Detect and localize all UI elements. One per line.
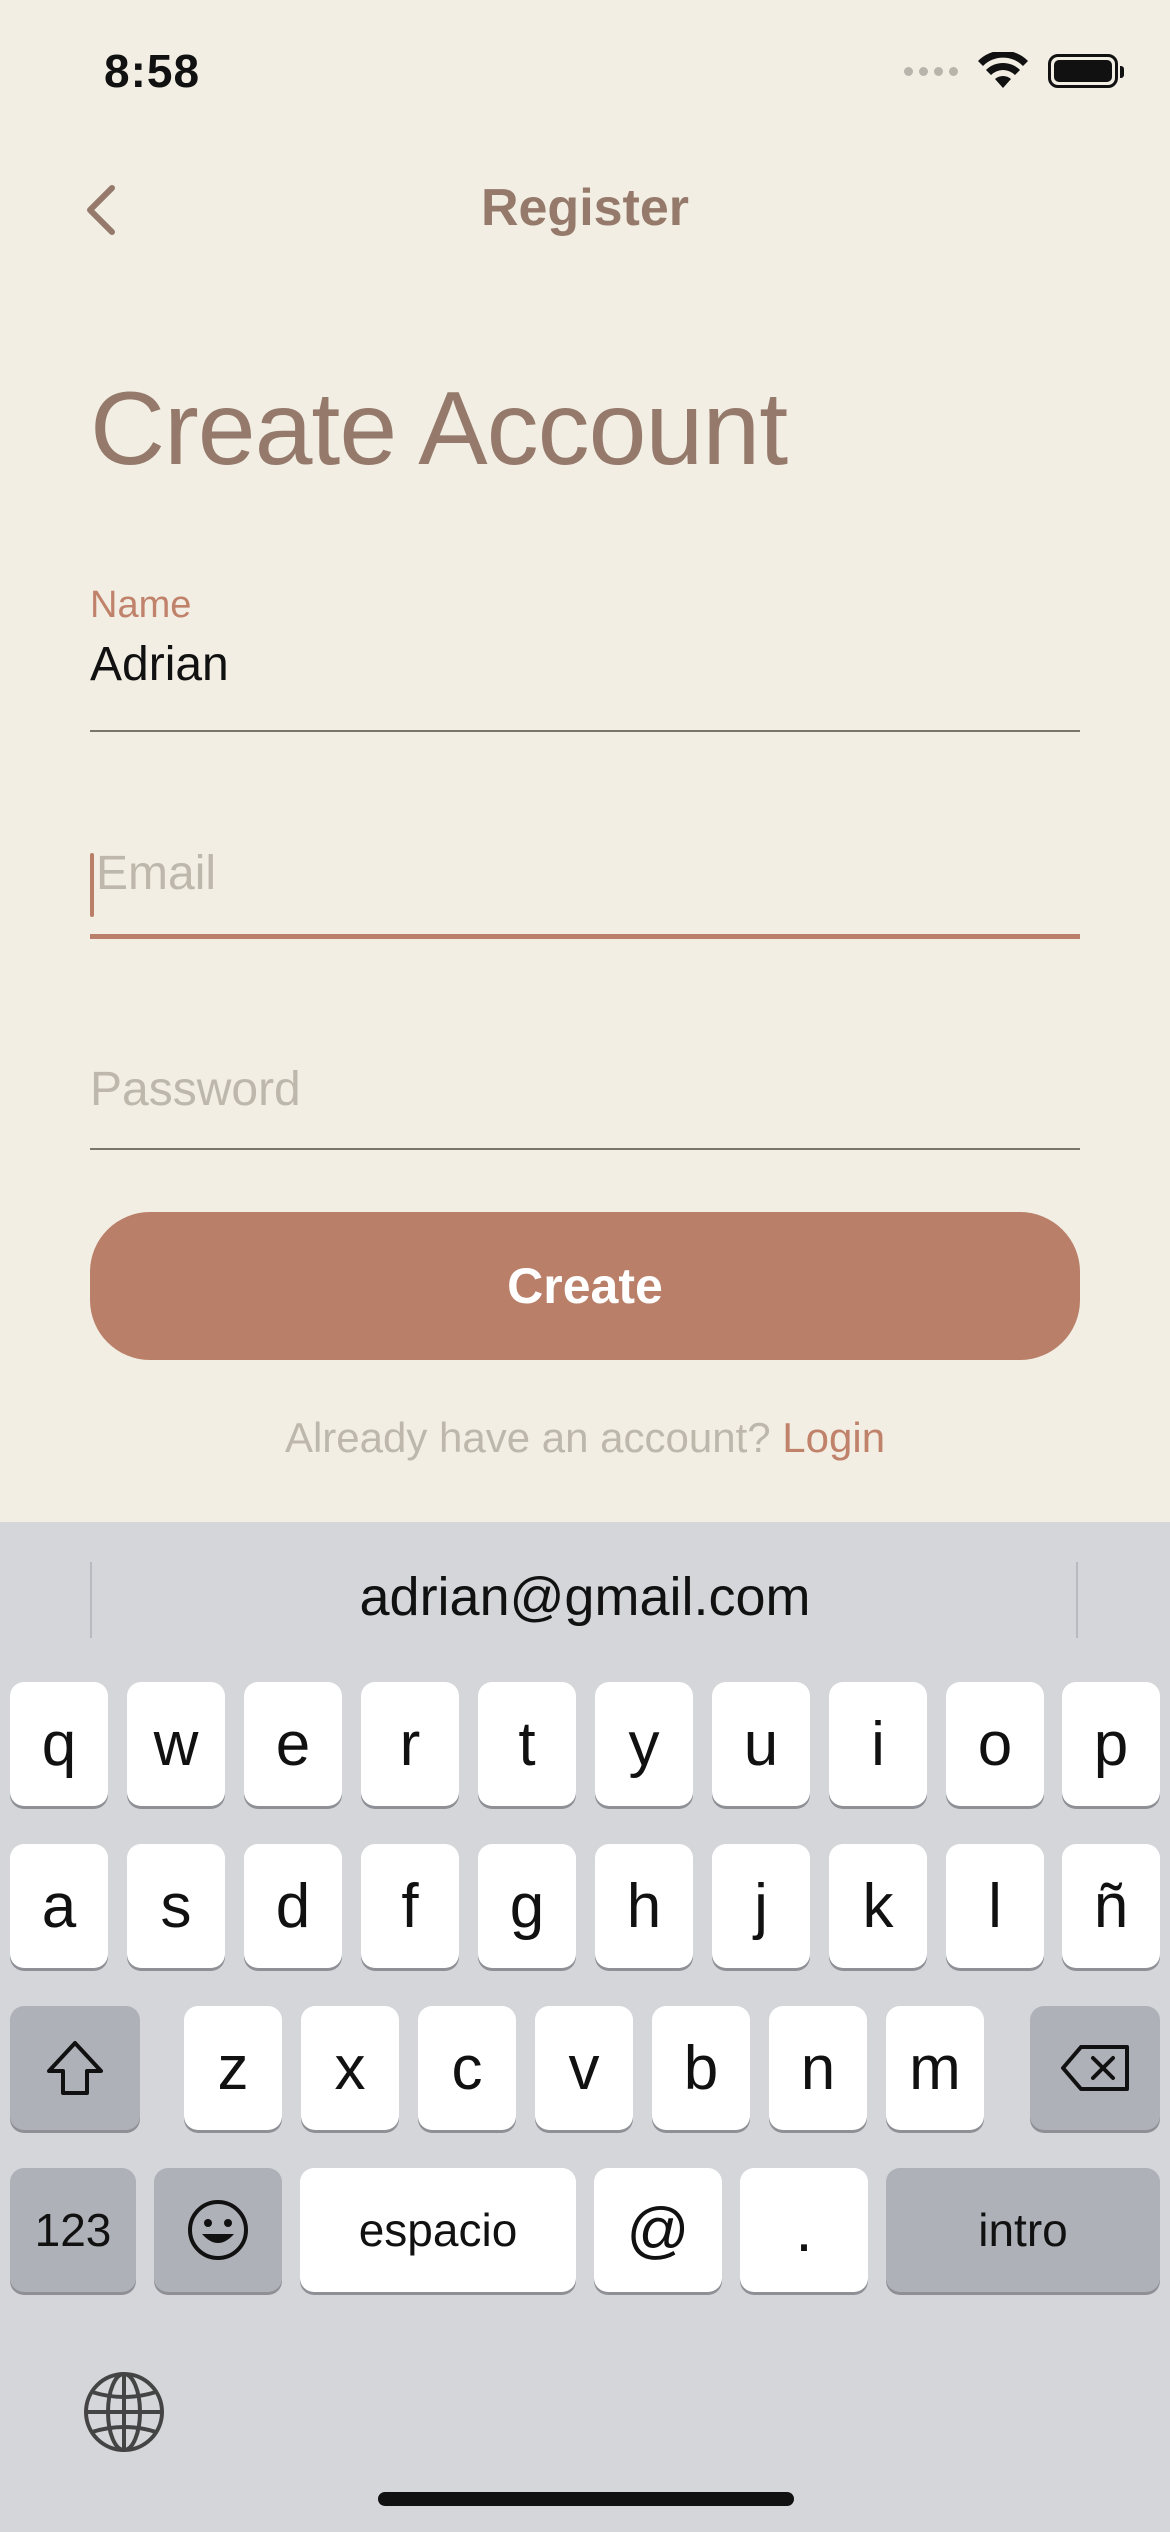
key-a[interactable]: a [10, 1844, 108, 1968]
name-field[interactable]: Name Adrian [90, 584, 1080, 732]
text-caret [90, 852, 94, 917]
key-n-tilde[interactable]: ñ [1062, 1844, 1160, 1968]
key-g[interactable]: g [478, 1844, 576, 1968]
password-underline [90, 1148, 1080, 1150]
login-link[interactable]: Login [782, 1414, 885, 1461]
return-key[interactable]: intro [886, 2168, 1160, 2292]
dot-key[interactable]: . [740, 2168, 868, 2292]
key-v[interactable]: v [535, 2006, 633, 2130]
key-t[interactable]: t [478, 1682, 576, 1806]
key-q[interactable]: q [10, 1682, 108, 1806]
key-u[interactable]: u [712, 1682, 810, 1806]
create-button[interactable]: Create [90, 1212, 1080, 1360]
emoji-key[interactable] [154, 2168, 282, 2292]
globe-icon[interactable] [82, 2370, 166, 2454]
numbers-key[interactable]: 123 [10, 2168, 136, 2292]
key-c[interactable]: c [418, 2006, 516, 2130]
key-w[interactable]: w [127, 1682, 225, 1806]
email-field[interactable]: Email [90, 846, 1080, 942]
page-title: Create Account [90, 371, 788, 487]
at-key[interactable]: @ [594, 2168, 722, 2292]
name-value[interactable]: Adrian [90, 637, 1080, 692]
password-field[interactable]: Password [90, 1062, 1080, 1152]
key-r[interactable]: r [361, 1682, 459, 1806]
key-o[interactable]: o [946, 1682, 1044, 1806]
key-m[interactable]: m [886, 2006, 984, 2130]
key-f[interactable]: f [361, 1844, 459, 1968]
space-key[interactable]: espacio [300, 2168, 576, 2292]
delete-key[interactable] [1030, 2006, 1160, 2130]
email-placeholder: Email [96, 847, 217, 900]
key-d[interactable]: d [244, 1844, 342, 1968]
suggestion-divider [1076, 1562, 1078, 1638]
key-j[interactable]: j [712, 1844, 810, 1968]
key-l[interactable]: l [946, 1844, 1044, 1968]
shift-icon [47, 2041, 103, 2095]
login-row: Already have an account? Login [0, 1414, 1170, 1462]
key-s[interactable]: s [127, 1844, 225, 1968]
status-time: 8:58 [104, 45, 201, 97]
password-placeholder: Password [90, 1063, 301, 1116]
key-h[interactable]: h [595, 1844, 693, 1968]
key-b[interactable]: b [652, 2006, 750, 2130]
status-icons [904, 52, 1124, 90]
delete-icon [1061, 2045, 1129, 2091]
key-y[interactable]: y [595, 1682, 693, 1806]
suggestion-bar: adrian@gmail.com [0, 1522, 1170, 1678]
key-z[interactable]: z [184, 2006, 282, 2130]
home-indicator[interactable] [378, 2492, 794, 2506]
signal-icon [904, 66, 958, 76]
nav-title: Register [480, 179, 690, 237]
emoji-icon [188, 2200, 248, 2260]
name-underline [90, 730, 1080, 732]
register-screen: 8:58 Register Create Account Name Adrian… [0, 0, 1170, 2532]
email-underline [90, 934, 1080, 939]
key-k[interactable]: k [829, 1844, 927, 1968]
wifi-icon [978, 52, 1028, 88]
login-prompt: Already have an account? [284, 1414, 771, 1461]
key-e[interactable]: e [244, 1682, 342, 1806]
key-x[interactable]: x [301, 2006, 399, 2130]
suggestion-email[interactable]: adrian@gmail.com [0, 1566, 1170, 1628]
battery-icon [1048, 54, 1124, 88]
key-n[interactable]: n [769, 2006, 867, 2130]
key-p[interactable]: p [1062, 1682, 1160, 1806]
key-i[interactable]: i [829, 1682, 927, 1806]
name-label: Name [90, 584, 192, 626]
shift-key[interactable] [10, 2006, 140, 2130]
